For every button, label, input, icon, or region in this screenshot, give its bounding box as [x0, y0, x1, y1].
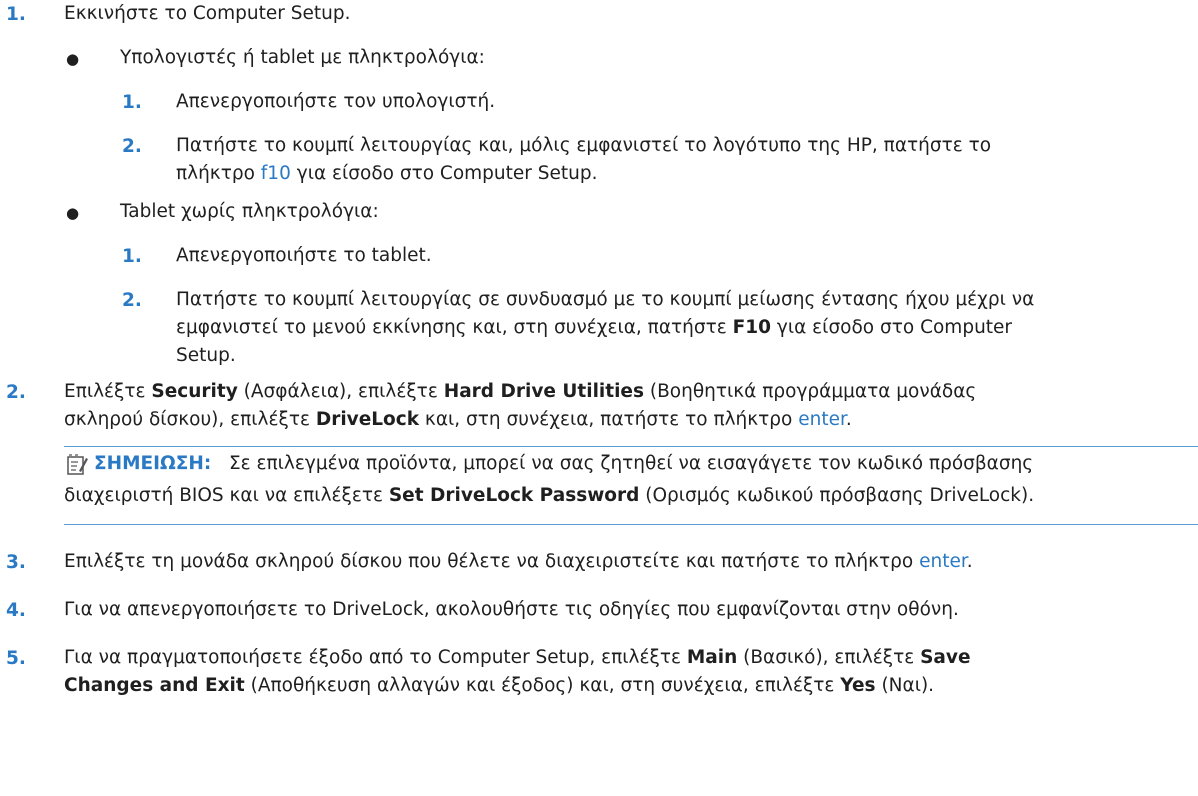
- note-bottom-rule: [64, 524, 1198, 525]
- step-5-part-c: (Βασικό), επιλέξτε: [737, 647, 921, 668]
- note-line2: διαχειριστή BIOS και να επιλέξετε Set Dr…: [64, 482, 1034, 510]
- step-2-part-f: και, στη συνέχεια, πατήστε το πλήκτρο: [419, 409, 799, 430]
- enter-key-link[interactable]: enter: [919, 551, 967, 572]
- step-5-number: 5.: [6, 648, 26, 669]
- step-1-number: 1.: [6, 4, 26, 25]
- tablet-substep-1-text: Απενεργοποιήστε το tablet.: [176, 245, 432, 266]
- save-bold: Save: [920, 647, 971, 668]
- bullet-keyboards-text: Υπολογιστές ή tablet με πληκτρολόγια:: [120, 47, 485, 68]
- changes-and-exit-bold: Changes and Exit: [64, 675, 245, 696]
- set-drivelock-password-bold: Set DriveLock Password: [388, 485, 640, 506]
- step-3-number: 3.: [6, 552, 26, 573]
- substep-1-number: 1.: [122, 92, 142, 113]
- substep-2-line2-end: για είσοδο στο Computer Setup.: [290, 163, 598, 184]
- step-3-part-b: .: [966, 551, 973, 572]
- substep-2-line2-start: πλήκτρο: [176, 163, 261, 184]
- step-2-part-a: Επιλέξτε: [64, 381, 152, 402]
- step-2-text: Επιλέξτε Security (Ασφάλεια), επιλέξτε H…: [64, 378, 976, 434]
- step-2-part-c: (Ασφάλεια), επιλέξτε: [237, 381, 444, 402]
- substep-2-text: Πατήστε το κουμπί λειτουργίας και, μόλις…: [176, 132, 991, 188]
- note-pencil-icon: [67, 454, 88, 475]
- step-3-text: Επιλέξτε τη μονάδα σκληρού δίσκου που θέ…: [64, 548, 973, 576]
- tablet-substep-2-line3: Setup.: [176, 345, 236, 366]
- step-3-part-a: Επιλέξτε τη μονάδα σκληρού δίσκου που θέ…: [64, 551, 920, 572]
- step-5-text: Για να πραγματοποιήσετε έξοδο από το Com…: [64, 644, 971, 700]
- tablet-substep-2-line2-start: εμφανιστεί το μενού εκκίνησης και, στη σ…: [176, 317, 733, 338]
- tablet-substep-2-line1: Πατήστε το κουμπί λειτουργίας σε συνδυασ…: [176, 289, 1035, 310]
- step-4-number: 4.: [6, 600, 26, 621]
- step-5-part-d: (Αποθήκευση αλλαγών και έξοδος) και, στη…: [244, 675, 841, 696]
- bullet-tablet-text: Tablet χωρίς πληκτρολόγια:: [120, 201, 379, 222]
- substep-2-line1: Πατήστε το κουμπί λειτουργίας και, μόλις…: [176, 135, 992, 156]
- security-bold: Security: [151, 381, 238, 402]
- note-top-rule: [64, 446, 1198, 447]
- tablet-substep-2-line2-end: για είσοδο στο Computer: [771, 317, 1013, 338]
- tablet-substep-1-number: 1.: [122, 246, 142, 267]
- substep-1-text: Απενεργοποιήστε τον υπολογιστή.: [176, 91, 496, 112]
- note-text: ΣΗΜΕΙΩΣΗ: Σε επιλεγμένα προϊόντα, μπορεί…: [94, 450, 1033, 478]
- step-2-part-g: .: [845, 409, 852, 430]
- f10-key-bold: F10: [732, 317, 772, 338]
- step-2-number: 2.: [6, 382, 26, 403]
- step-2-part-e: σκληρού δίσκου), επιλέξτε: [64, 409, 316, 430]
- step-1-text: Εκκινήστε το Computer Setup.: [64, 3, 351, 24]
- step-2-part-d: (Βοηθητικά προγράμματα μονάδας: [644, 381, 977, 402]
- substep-2-number: 2.: [122, 136, 142, 157]
- bullet-icon: ●: [66, 204, 80, 222]
- main-bold: Main: [686, 647, 738, 668]
- enter-key-link[interactable]: enter: [798, 409, 846, 430]
- note-line2-end: (Ορισμός κωδικού πρόσβασης DriveLock).: [639, 485, 1035, 506]
- step-5-part-a: Για να πραγματοποιήσετε έξοδο από το Com…: [64, 647, 687, 668]
- note-label: ΣΗΜΕΙΩΣΗ:: [94, 453, 212, 474]
- note-line1: Σε επιλεγμένα προϊόντα, μπορεί να σας ζη…: [228, 453, 1034, 474]
- step-5-part-e: (Ναι).: [875, 675, 935, 696]
- f10-key-link[interactable]: f10: [261, 163, 291, 184]
- step-4-text: Για να απενεργοποιήσετε το DriveLock, ακ…: [64, 599, 959, 620]
- note-line2-start: διαχειριστή BIOS και να επιλέξετε: [64, 485, 389, 506]
- bullet-icon: ●: [66, 50, 80, 68]
- tablet-substep-2-number: 2.: [122, 290, 142, 311]
- tablet-substep-2-text: Πατήστε το κουμπί λειτουργίας σε συνδυασ…: [176, 286, 1034, 370]
- hard-drive-utilities-bold: Hard Drive Utilities: [443, 381, 644, 402]
- drivelock-bold: DriveLock: [315, 409, 420, 430]
- yes-bold: Yes: [840, 675, 876, 696]
